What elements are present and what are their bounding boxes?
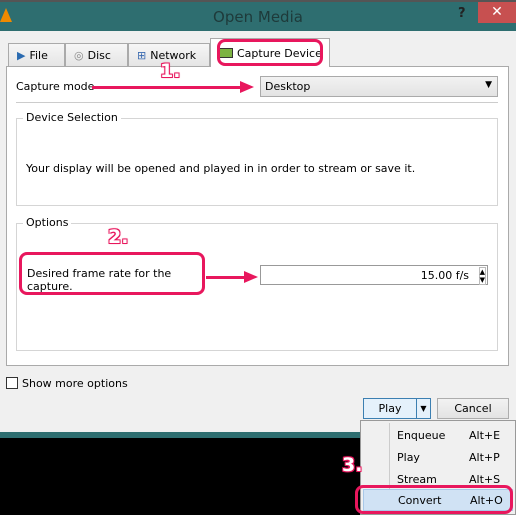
spinner-arrows-icon[interactable]: ▲ ▼ [478,267,486,285]
highlight-capture-tab [217,39,323,66]
device-message: Your display will be opened and played i… [26,162,416,175]
divider [16,102,498,103]
tab-disc[interactable]: ◎ Disc [65,43,128,67]
cancel-button[interactable]: Cancel [437,398,509,419]
arrow-head-icon [244,271,258,283]
annotation-1: 1. [160,60,181,82]
highlight-convert [355,485,513,514]
window-title: Open Media [213,8,303,26]
file-play-icon: ▶ [17,49,26,62]
network-icon: ⊞ [137,49,147,62]
disc-icon: ◎ [74,49,84,62]
annotation-arrow [92,86,242,89]
annotation-arrow [206,276,246,279]
close-button[interactable]: ✕ [478,2,516,23]
show-more-label: Show more options [22,377,128,390]
menu-shortcut: Alt+E [469,428,501,442]
group-title: Device Selection [23,111,121,124]
help-button[interactable]: ? [458,6,466,21]
tab-label: Disc [87,49,111,62]
play-button[interactable]: Play [363,398,417,419]
capture-mode-select[interactable]: Desktop ▼ [260,76,498,97]
capture-mode-label: Capture mode [16,80,95,93]
annotation-3: 3. [342,454,363,476]
frame-rate-label: Desired frame rate for the capture. [19,252,205,295]
device-selection-group: Device Selection Your display will be op… [16,111,498,206]
group-title: Options [23,216,72,229]
title-bar: Open Media ? ✕ [0,0,516,31]
menu-shortcut: Alt+S [469,472,501,486]
arrow-head-icon [240,81,254,93]
chevron-down-icon: ▼ [485,80,492,90]
menu-label: Play [397,450,420,464]
tab-label: File [29,49,48,62]
menu-item-play[interactable]: Play Alt+P [363,446,513,468]
annotation-2: 2. [108,226,129,248]
chevron-down-icon: ▼ [420,404,427,413]
menu-item-enqueue[interactable]: Enqueue Alt+E [363,424,513,446]
menu-label: Stream [397,472,437,486]
frame-rate-spinbox[interactable]: 15.00 f/s ▲ ▼ [260,265,488,285]
frame-rate-value: 15.00 f/s [420,269,469,282]
capture-mode-value: Desktop [265,80,311,93]
show-more-checkbox[interactable] [6,377,18,389]
menu-shortcut: Alt+P [469,450,500,464]
play-dropdown-button[interactable]: ▼ [416,398,431,419]
tab-file[interactable]: ▶ File [8,43,65,67]
menu-label: Enqueue [397,428,446,442]
